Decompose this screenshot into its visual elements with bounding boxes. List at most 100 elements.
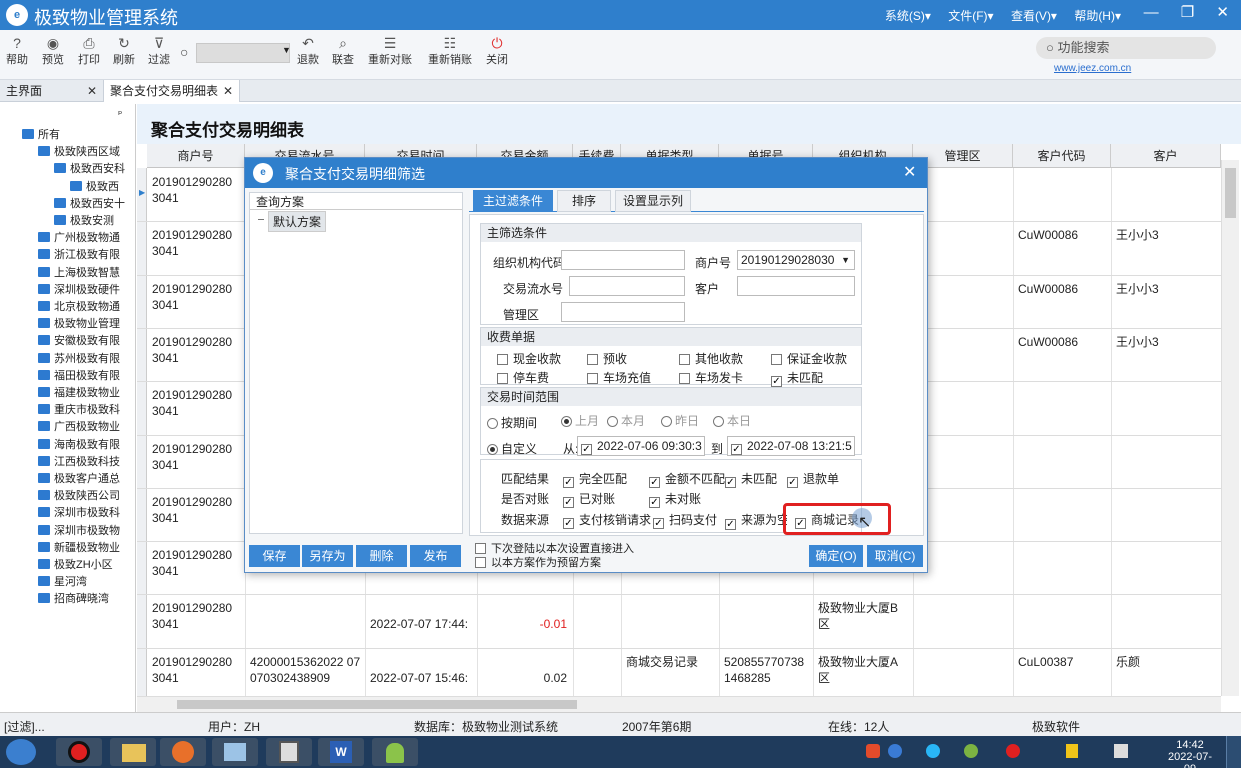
grid-cell-serial[interactable]: 42000015362022 07 070302438909 bbox=[250, 654, 360, 686]
android-app-icon[interactable] bbox=[372, 738, 418, 766]
show-desktop-button[interactable] bbox=[1226, 736, 1241, 768]
source-checkbox[interactable]: ✓ 扫码支付 bbox=[653, 511, 717, 529]
horizontal-scrollbar[interactable] bbox=[137, 696, 1221, 712]
firefox-app-icon[interactable] bbox=[160, 738, 206, 766]
grid-cell-cust[interactable]: 王小小3 bbox=[1116, 334, 1159, 350]
refund-button[interactable]: ↶ 退款 bbox=[297, 35, 319, 67]
recheck-button[interactable]: ☰ 重新对账 bbox=[368, 35, 412, 67]
close-icon[interactable]: ✕ bbox=[1216, 4, 1229, 21]
match-checkbox[interactable]: ✓ 金额不匹配 bbox=[649, 470, 725, 488]
save-button[interactable]: 保存 bbox=[249, 545, 300, 567]
lookup-button[interactable]: ⌕ 联查 bbox=[332, 35, 354, 67]
tree-node[interactable]: 极致陕西区域 bbox=[38, 143, 120, 159]
function-search-input[interactable]: ○ 功能搜索 bbox=[1036, 37, 1216, 59]
customer-input[interactable] bbox=[737, 276, 855, 296]
grid-cell-cust[interactable]: 王小小3 bbox=[1116, 227, 1159, 243]
grid-cell-merchant[interactable]: 201901290280 3041 bbox=[152, 547, 232, 579]
shield-icon[interactable] bbox=[1066, 744, 1078, 758]
fee-checkbox[interactable]: 预收 bbox=[587, 350, 627, 367]
tree-node[interactable]: 深圳极致硬件 bbox=[38, 281, 120, 297]
restore-icon[interactable]: ❐ bbox=[1181, 4, 1194, 21]
menu-file[interactable]: 文件(F)▾ bbox=[948, 9, 993, 23]
tab-sort[interactable]: 排序 bbox=[557, 190, 611, 212]
radio-yesterday[interactable]: 昨日 bbox=[661, 412, 699, 429]
reserve-scheme-option[interactable]: 以本方案作为预留方案 bbox=[475, 554, 601, 570]
grid-cell-cust-code[interactable]: CuL00387 bbox=[1018, 654, 1073, 670]
recon-checkbox[interactable]: ✓ 未对账 bbox=[649, 490, 701, 508]
tree-node[interactable]: 极致陕西公司 bbox=[38, 487, 120, 503]
close-icon[interactable]: ✕ bbox=[903, 162, 916, 182]
fee-checkbox[interactable]: 其他收款 bbox=[679, 350, 743, 367]
grid-cell-cust[interactable]: 乐颜 bbox=[1116, 654, 1140, 670]
tree-node[interactable]: 广西极致物业 bbox=[38, 418, 120, 434]
volume-icon[interactable] bbox=[1114, 744, 1128, 758]
serial-input[interactable] bbox=[569, 276, 685, 296]
tree-node[interactable]: 福田极致有限 bbox=[38, 367, 120, 383]
grid-cell-merchant[interactable]: 201901290280 3041 bbox=[152, 654, 232, 686]
fee-checkbox[interactable]: 停车费 bbox=[497, 369, 549, 386]
tree-node[interactable]: 所有 bbox=[22, 126, 60, 142]
tree-node[interactable]: 海南极致有限 bbox=[38, 436, 120, 452]
grid-cell-merchant[interactable]: 201901290280 3041 bbox=[152, 441, 232, 473]
scheme-default[interactable]: 默认方案 bbox=[268, 211, 327, 232]
tree-node[interactable]: 重庆市极致科 bbox=[38, 401, 120, 417]
tree-node[interactable]: 新疆极致物业 bbox=[38, 539, 120, 555]
explorer-app-icon[interactable] bbox=[110, 738, 156, 766]
grid-cell-org[interactable]: 极致物业大厦A 区 bbox=[818, 654, 898, 686]
menu-system[interactable]: 系统(S)▾ bbox=[885, 9, 931, 23]
tree-node[interactable]: 安徽极致有限 bbox=[38, 332, 120, 348]
close-button[interactable]: ⏻ 关闭 bbox=[486, 35, 508, 67]
toolbar-search-input[interactable] bbox=[196, 43, 290, 63]
to-date-input[interactable]: ✓ 2022-07-08 13:21:5 bbox=[727, 436, 855, 456]
fee-checkbox[interactable]: 车场充值 bbox=[587, 369, 651, 386]
match-checkbox[interactable]: ✓ 未匹配 bbox=[725, 470, 777, 488]
radio-by-period[interactable]: 按期间 bbox=[487, 414, 537, 431]
fee-checkbox[interactable]: 现金收款 bbox=[497, 350, 561, 367]
tree-node[interactable]: 极致物业管理 bbox=[38, 315, 120, 331]
scroll-thumb[interactable] bbox=[1225, 168, 1236, 218]
tree-node[interactable]: 苏州极致有限 bbox=[38, 350, 120, 366]
tree-node[interactable]: 浙江极致有限 bbox=[38, 246, 120, 262]
radio-today[interactable]: 本日 bbox=[713, 412, 751, 429]
grid-cell-amount[interactable]: 0.02 bbox=[477, 670, 567, 686]
tree-node[interactable]: 上海极致智慧 bbox=[38, 264, 120, 280]
vertical-scrollbar[interactable] bbox=[1221, 160, 1239, 696]
word-app-icon[interactable]: W bbox=[318, 738, 364, 766]
tray-app-icon[interactable] bbox=[964, 744, 978, 758]
grid-cell-type[interactable]: 商城交易记录 bbox=[626, 654, 698, 670]
website-link[interactable]: www.jeez.com.cn bbox=[1054, 63, 1131, 74]
filter-button[interactable]: ⊽ 过滤 bbox=[148, 35, 170, 67]
tree-node[interactable]: 深圳市极致科 bbox=[38, 504, 120, 520]
match-checkbox[interactable]: ✓ 完全匹配 bbox=[563, 470, 627, 488]
column-header[interactable]: 客户代码 bbox=[1013, 144, 1111, 168]
grid-cell-merchant[interactable]: 201901290280 3041 bbox=[152, 227, 232, 259]
org-input[interactable] bbox=[561, 250, 685, 270]
match-checkbox[interactable]: ✓ 退款单 bbox=[787, 470, 839, 488]
hscroll-thumb[interactable] bbox=[177, 700, 577, 709]
tab-aggregate-pay[interactable]: 聚合支付交易明细表 ✕ bbox=[104, 80, 240, 102]
grid-cell-merchant[interactable]: 201901290280 3041 bbox=[152, 334, 232, 366]
grid-cell-cust-code[interactable]: CuW00086 bbox=[1018, 227, 1078, 243]
area-input[interactable] bbox=[561, 302, 685, 322]
grid-cell-org[interactable]: 极致物业大厦B 区 bbox=[818, 600, 898, 632]
grid-cell-merchant[interactable]: 201901290280 3041 bbox=[152, 494, 232, 526]
merchant-select[interactable]: 20190129028030 ▼ bbox=[737, 250, 855, 270]
from-date-input[interactable]: ✓ 2022-07-06 09:30:3 bbox=[577, 436, 705, 456]
tree-node[interactable]: 北京极致物通 bbox=[38, 298, 120, 314]
column-header[interactable]: 商户号 bbox=[147, 144, 245, 168]
minimize-icon[interactable]: — bbox=[1144, 4, 1159, 21]
grid-cell-amount[interactable]: -0.01 bbox=[477, 616, 567, 632]
tree-node[interactable]: 极致西 bbox=[70, 178, 119, 194]
source-checkbox[interactable]: ✓ 来源为空 bbox=[725, 511, 787, 530]
tree-node[interactable]: 极致ZH小区 bbox=[38, 556, 113, 572]
save-as-button[interactable]: 另存为 bbox=[302, 545, 353, 567]
grid-cell-cust-code[interactable]: CuW00086 bbox=[1018, 334, 1078, 350]
tab-columns[interactable]: 设置显示列 bbox=[615, 190, 691, 212]
delete-button[interactable]: 删除 bbox=[356, 545, 407, 567]
print-button[interactable]: ⎙ 打印 bbox=[78, 35, 100, 67]
tray-app-icon[interactable] bbox=[926, 744, 940, 758]
grid-cell-merchant[interactable]: 201901290280 3041 bbox=[152, 174, 232, 206]
close-icon[interactable]: ✕ bbox=[223, 80, 233, 102]
tree-node[interactable]: 极致西安十 bbox=[54, 195, 125, 211]
clock[interactable]: 14:42 2022-07-09 bbox=[1162, 739, 1218, 775]
